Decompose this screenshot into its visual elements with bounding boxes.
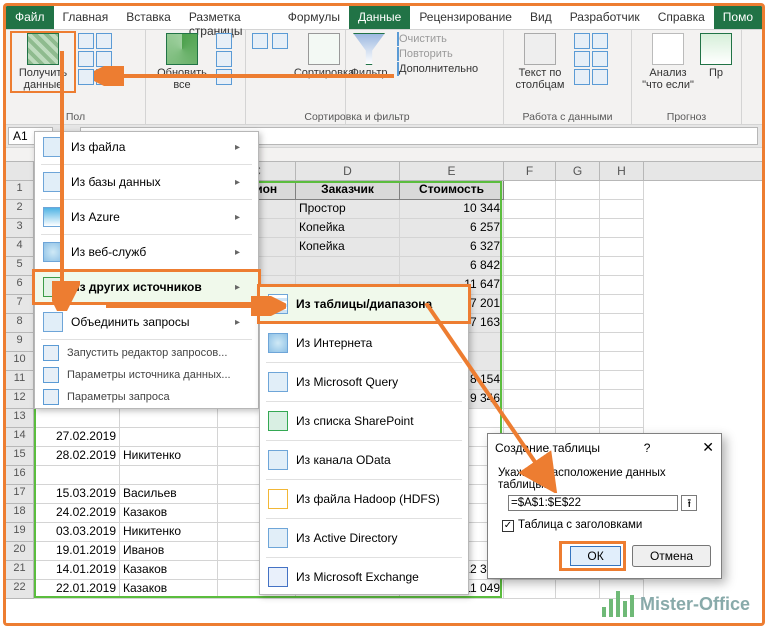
globe-icon	[268, 333, 288, 353]
refresh-all-button[interactable]: Обновить все	[152, 33, 212, 91]
menu-ds-settings[interactable]: Параметры источника данных...	[35, 364, 258, 386]
tab-layout[interactable]: Разметка страницы	[180, 6, 279, 29]
azure-icon	[43, 207, 63, 227]
msquery-icon	[268, 372, 288, 392]
menu-from-web[interactable]: Из веб-служб▸	[35, 237, 258, 267]
ok-button[interactable]: ОК	[570, 546, 620, 566]
settings-icon	[43, 367, 59, 383]
globe-icon	[43, 242, 63, 262]
get-data-label: Получить данные	[12, 67, 74, 91]
sharepoint-icon	[268, 411, 288, 431]
refresh-icon	[166, 33, 198, 65]
tab-review[interactable]: Рецензирование	[410, 6, 521, 29]
reapply-filter[interactable]: Повторить	[397, 48, 478, 60]
tab-developer[interactable]: Разработчик	[561, 6, 649, 29]
tab-formulas[interactable]: Формулы	[279, 6, 349, 29]
data-tools-mini[interactable]	[574, 33, 608, 85]
whatif-button[interactable]: Анализ "что если"	[638, 33, 698, 91]
submenu-from-odata[interactable]: Из канала OData	[260, 443, 468, 477]
menu-from-file[interactable]: Из файла▸	[35, 132, 258, 162]
group-data-tools: Работа с данными	[510, 110, 625, 123]
submenu-from-exch[interactable]: Из Microsoft Exchange	[260, 560, 468, 594]
clear-filter[interactable]: Очистить	[397, 33, 478, 45]
ribbon-tabs: Файл Главная Вставка Разметка страницы Ф…	[6, 6, 762, 30]
database-icon	[27, 33, 59, 65]
submenu-from-hdfs[interactable]: Из файла Hadoop (HDFS)	[260, 482, 468, 516]
options-icon	[43, 389, 59, 405]
menu-combine[interactable]: Объединить запросы▸	[35, 307, 258, 337]
submenu-from-sp[interactable]: Из списка SharePoint	[260, 404, 468, 438]
tab-help[interactable]: Справка	[649, 6, 714, 29]
sort-mini[interactable]	[252, 33, 290, 71]
tab-data[interactable]: Данные	[349, 6, 410, 29]
menu-launch-editor[interactable]: Запустить редактор запросов...	[35, 342, 258, 364]
dialog-close[interactable]: ✕	[702, 439, 714, 456]
combine-icon	[43, 312, 63, 332]
get-data-button[interactable]: Получить данные	[12, 33, 74, 91]
tab-file[interactable]: Файл	[6, 6, 54, 29]
submenu-from-msquery[interactable]: Из Microsoft Query	[260, 365, 468, 399]
dialog-help[interactable]: ?	[644, 441, 651, 455]
submenu-from-table[interactable]: Из таблицы/диапазона	[260, 287, 468, 321]
other-sources-icon	[43, 277, 63, 297]
exchange-icon	[268, 567, 288, 587]
group-get: Пол	[12, 110, 139, 123]
text-to-columns-button[interactable]: Текст по столбцам	[510, 33, 570, 91]
dialog-label: Укажите расположение данных таблицы:	[498, 467, 711, 491]
database-icon	[43, 172, 63, 192]
connections-mini[interactable]	[216, 33, 232, 85]
select-all-corner[interactable]	[6, 162, 34, 180]
dialog-title: Создание таблицы	[495, 441, 600, 455]
submenu-from-ad[interactable]: Из Active Directory	[260, 521, 468, 555]
tab-more[interactable]: Помо	[714, 6, 762, 29]
odata-icon	[268, 450, 288, 470]
range-input[interactable]	[508, 495, 678, 511]
headers-checkbox[interactable]: ✓Таблица с заголовками	[502, 519, 711, 532]
forecast-icon	[700, 33, 732, 65]
forecast-button[interactable]: Пр	[702, 33, 730, 79]
menu-from-db[interactable]: Из базы данных▸	[35, 167, 258, 197]
advanced-filter[interactable]: Дополнительно	[397, 63, 478, 75]
excel-window: Файл Главная Вставка Разметка страницы Ф…	[3, 3, 765, 626]
whatif-icon	[652, 33, 684, 65]
other-sources-submenu: Из таблицы/диапазона Из Интернета Из Mic…	[259, 286, 469, 595]
group-forecast: Прогноз	[638, 110, 735, 123]
menu-from-other[interactable]: Из других источников▸	[35, 272, 258, 302]
ribbon: Получить данные Пол Обновить все	[6, 30, 762, 125]
funnel-icon	[353, 33, 385, 65]
tab-insert[interactable]: Вставка	[117, 6, 180, 29]
table-icon	[268, 294, 288, 314]
sort-icon	[308, 33, 340, 65]
filter-button[interactable]: Фильтр	[345, 33, 393, 79]
tab-view[interactable]: Вид	[521, 6, 561, 29]
text-to-cols-icon	[524, 33, 556, 65]
hadoop-icon	[268, 489, 288, 509]
watermark: Mister-Office	[602, 591, 750, 617]
cancel-button[interactable]: Отмена	[632, 545, 711, 567]
menu-from-azure[interactable]: Из Azure▸	[35, 202, 258, 232]
ad-icon	[268, 528, 288, 548]
file-icon	[43, 137, 63, 157]
tab-home[interactable]: Главная	[54, 6, 118, 29]
get-data-mini-buttons[interactable]	[78, 33, 112, 85]
get-data-menu: Из файла▸ Из базы данных▸ Из Azure▸ Из в…	[34, 131, 259, 409]
range-select-icon[interactable]: ⭱	[681, 495, 697, 511]
create-table-dialog: Создание таблицы ? ✕ Укажите расположени…	[487, 433, 722, 579]
editor-icon	[43, 345, 59, 361]
submenu-from-internet[interactable]: Из Интернета	[260, 326, 468, 360]
menu-q-settings[interactable]: Параметры запроса	[35, 386, 258, 408]
